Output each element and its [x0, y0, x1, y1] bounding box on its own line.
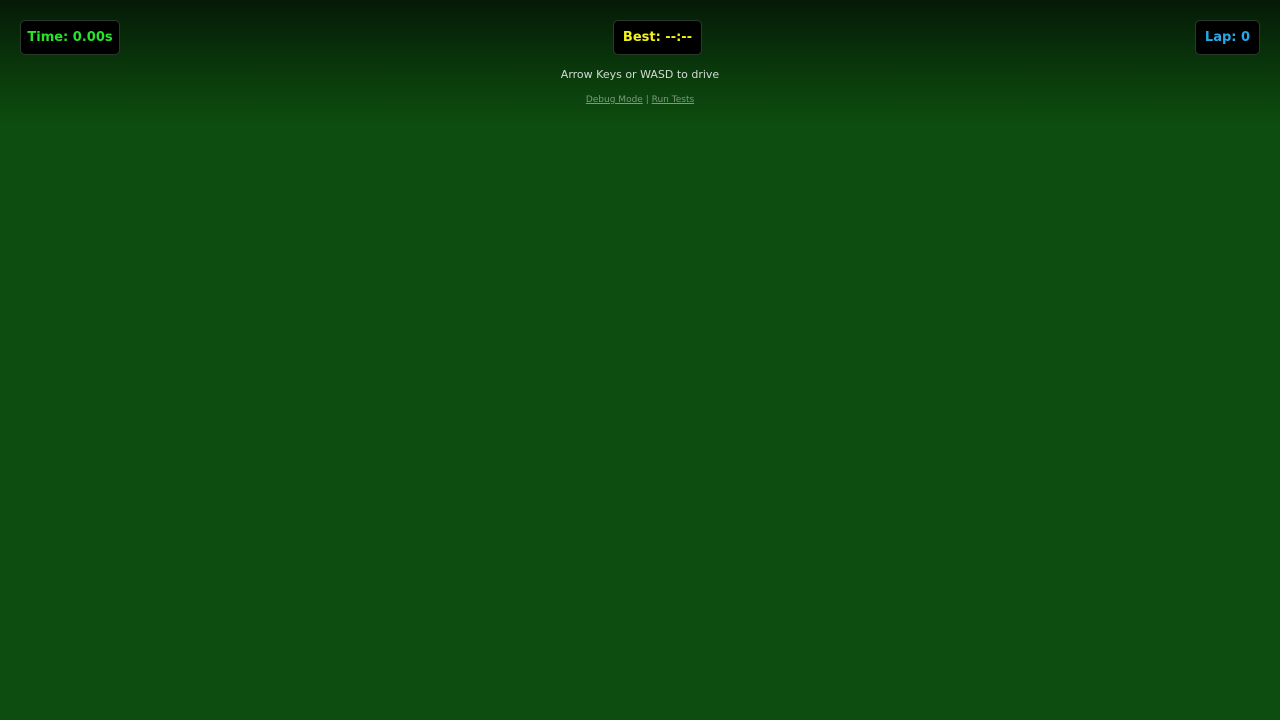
top-gradient	[0, 0, 1280, 125]
time-display: Time: 0.00s	[20, 20, 120, 55]
best-label: Best: --:--	[622, 30, 693, 45]
best-time-display: Best: --:--	[613, 20, 702, 55]
time-label: Time: 0.00s	[27, 30, 113, 45]
lap-label: Lap: 0	[1204, 30, 1251, 45]
debug-mode-link[interactable]: Debug Mode	[586, 95, 643, 105]
controls-instructions: Arrow Keys or WASD to drive	[560, 68, 720, 81]
lap-display: Lap: 0	[1195, 20, 1260, 55]
run-tests-link[interactable]: Run Tests	[652, 95, 695, 105]
dev-links: Debug Mode | Run Tests	[0, 95, 1280, 105]
link-separator: |	[645, 95, 649, 105]
